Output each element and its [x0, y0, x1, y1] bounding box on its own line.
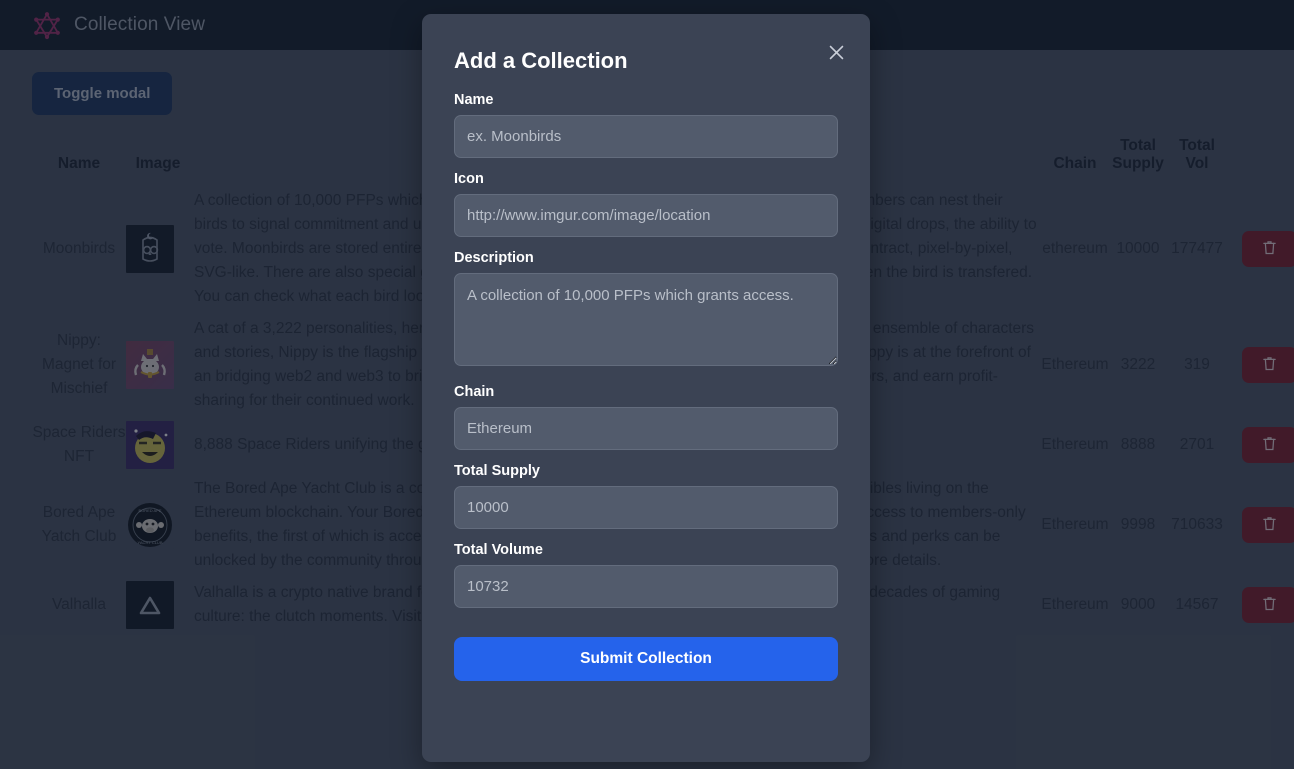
field-icon: Icon: [454, 171, 838, 237]
label-description: Description: [454, 250, 534, 266]
field-name: Name: [454, 92, 838, 158]
total-supply-input[interactable]: [454, 486, 838, 529]
total-volume-input[interactable]: [454, 565, 838, 608]
field-chain: Chain: [454, 384, 838, 450]
chain-input[interactable]: [454, 407, 838, 450]
field-total-supply: Total Supply: [454, 463, 838, 529]
label-total-volume: Total Volume: [454, 542, 543, 558]
label-name: Name: [454, 92, 494, 108]
close-icon[interactable]: [824, 40, 848, 64]
name-input[interactable]: [454, 115, 838, 158]
submit-collection-button[interactable]: Submit Collection: [454, 637, 838, 681]
modal-title: Add a Collection: [454, 48, 628, 73]
label-chain: Chain: [454, 384, 495, 400]
description-textarea[interactable]: [454, 273, 838, 366]
app-root: Collection View Toggle modal Name Image …: [0, 0, 1294, 769]
label-total-supply: Total Supply: [454, 463, 540, 479]
label-icon: Icon: [454, 171, 484, 187]
field-total-volume: Total Volume: [454, 542, 838, 608]
field-description: Description: [454, 250, 838, 371]
add-collection-modal: Add a Collection Name Icon Description C…: [422, 14, 870, 762]
icon-input[interactable]: [454, 194, 838, 237]
